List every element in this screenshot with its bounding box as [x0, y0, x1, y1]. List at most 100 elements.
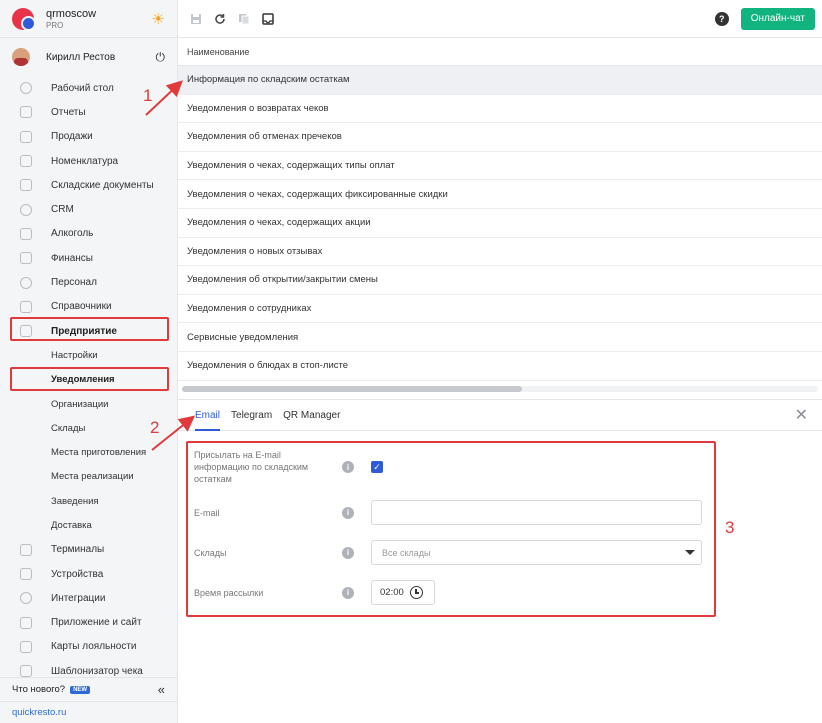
table-row[interactable]: Уведомления о новых отзывах	[178, 238, 822, 267]
power-icon[interactable]: ⏻	[156, 50, 166, 65]
sidebar-subitem-sale-places[interactable]: Места реализации	[0, 465, 177, 489]
table-row[interactable]: Уведомления об открытии/закрытии смены	[178, 266, 822, 295]
table-row[interactable]: Уведомления о сотрудниках	[178, 295, 822, 324]
app-icon	[20, 616, 32, 629]
sidebar-item-crm[interactable]: CRM	[0, 197, 177, 221]
help-icon[interactable]: ?	[714, 11, 729, 26]
card-icon	[20, 640, 32, 653]
sidebar-item-sales[interactable]: Продажи	[0, 125, 177, 149]
cart-icon	[20, 130, 32, 143]
send-email-checkbox[interactable]: ✓	[371, 461, 383, 473]
sidebar-item-finance[interactable]: Финансы	[0, 246, 177, 270]
box-icon	[20, 179, 32, 192]
tab-qr-manager[interactable]: QR Manager	[283, 400, 340, 430]
notifications-table: Наименование Информация по складским ост…	[178, 38, 822, 381]
sidebar-item-app-site[interactable]: Приложение и сайт	[0, 611, 177, 635]
brand-header[interactable]: qrmoscow PRO ☀	[0, 0, 177, 38]
table-row[interactable]: Уведомления о возвратах чеков	[178, 95, 822, 124]
table-row[interactable]: Уведомления о блюдах в стоп-листе	[178, 352, 822, 381]
copy-icon[interactable]	[238, 13, 250, 25]
brand-plan: PRO	[46, 20, 64, 30]
brand-logo	[12, 7, 36, 31]
warehouses-label: Склады	[194, 547, 227, 558]
chevron-down-icon	[685, 550, 695, 555]
tab-telegram[interactable]: Telegram	[231, 400, 272, 430]
annotation-number-1: 1	[143, 86, 153, 105]
table-row[interactable]: Уведомления о чеках, содержащих акции	[178, 209, 822, 238]
info-icon[interactable]: i	[342, 506, 354, 519]
tab-email[interactable]: Email	[195, 400, 221, 431]
horizontal-scrollbar[interactable]	[182, 386, 818, 392]
sidebar-subitem-notifications[interactable]: Уведомления	[0, 368, 177, 392]
book-icon	[20, 300, 32, 313]
form-row-time: Время рассылки i 02:00	[194, 580, 435, 605]
refresh-icon[interactable]	[214, 13, 226, 25]
sidebar-item-nomenclature[interactable]: Номенклатура	[0, 149, 177, 173]
sidebar-subitem-venues[interactable]: Заведения	[0, 489, 177, 513]
whats-new-link[interactable]: Что нового? NEW «	[0, 677, 177, 701]
annotation-number-2: 2	[150, 418, 160, 437]
column-header-name[interactable]: Наименование	[178, 38, 822, 66]
app-window: qrmoscow PRO ☀ Кирилл Рестов ⏻ Рабочий с…	[0, 0, 822, 723]
annotation-number-3: 3	[725, 518, 735, 537]
sidebar-item-staff[interactable]: Персонал	[0, 270, 177, 294]
sidebar-item-warehouse-docs[interactable]: Складские документы	[0, 173, 177, 197]
wallet-icon	[20, 252, 32, 265]
email-label: E-mail	[194, 507, 220, 518]
whats-new-label: Что нового?	[12, 684, 66, 695]
sidebar-item-integrations[interactable]: Интеграции	[0, 586, 177, 610]
sidebar-subitem-cooking-places[interactable]: Места приготовления	[0, 440, 177, 464]
printer-icon	[20, 568, 32, 581]
sidebar-item-devices[interactable]: Устройства	[0, 562, 177, 586]
sidebar-item-alcohol[interactable]: Алкоголь	[0, 222, 177, 246]
glass-icon	[20, 227, 32, 240]
send-time-value: 02:00	[380, 587, 404, 598]
site-link[interactable]: quickresto.ru	[0, 701, 177, 723]
save-icon[interactable]	[190, 13, 202, 25]
sidebar-item-terminals[interactable]: Терминалы	[0, 538, 177, 562]
user-row: Кирилл Рестов ⏻	[0, 38, 177, 76]
collapse-sidebar-icon[interactable]: «	[158, 682, 165, 697]
warehouses-placeholder: Все склады	[382, 547, 431, 558]
table-row[interactable]: Сервисные уведомления	[178, 323, 822, 352]
detail-tabs: Email Telegram QR Manager ✕	[178, 399, 822, 431]
email-field[interactable]	[371, 500, 702, 525]
sidebar-subitem-settings[interactable]: Настройки	[0, 343, 177, 367]
table-row[interactable]: Уведомления об отменах пречеков	[178, 123, 822, 152]
staff-icon	[20, 276, 32, 289]
sidebar-subitem-organizations[interactable]: Организации	[0, 392, 177, 416]
terminal-icon	[20, 543, 32, 556]
sidebar-item-enterprise[interactable]: Предприятие	[0, 319, 177, 343]
sidebar-subitem-delivery[interactable]: Доставка	[0, 513, 177, 537]
form-row-send: Присылать на E-mail информацию по складс…	[194, 449, 383, 485]
info-icon[interactable]: i	[342, 461, 354, 473]
sidebar-item-references[interactable]: Справочники	[0, 295, 177, 319]
form-row-email: E-mail i	[194, 500, 702, 525]
dashboard-icon	[20, 82, 32, 95]
table-row[interactable]: Информация по складским остаткам	[178, 66, 822, 95]
send-time-input[interactable]: 02:00	[371, 580, 435, 605]
new-badge: NEW	[70, 685, 91, 694]
online-chat-button[interactable]: Онлайн-чат	[740, 7, 815, 30]
inbox-icon[interactable]	[262, 12, 274, 25]
info-icon[interactable]: i	[342, 546, 354, 559]
toolbar: ? Онлайн-чат	[178, 0, 822, 38]
sun-icon[interactable]: ☀	[152, 10, 165, 28]
clock-icon[interactable]	[409, 586, 423, 599]
scrollbar-thumb[interactable]	[182, 386, 522, 392]
info-icon[interactable]: i	[342, 586, 354, 599]
table-row[interactable]: Уведомления о чеках, содержащих типы опл…	[178, 152, 822, 181]
tag-icon	[20, 155, 32, 168]
table-row[interactable]: Уведомления о чеках, содержащих фиксиров…	[178, 180, 822, 209]
store-icon	[20, 325, 32, 338]
sidebar-footer: Что нового? NEW « quickresto.ru	[0, 677, 177, 723]
form-row-warehouses: Склады i Все склады	[194, 540, 702, 565]
warehouses-select[interactable]: Все склады	[371, 540, 702, 565]
send-email-label: Присылать на E-mail информацию по складс…	[194, 450, 309, 484]
people-icon	[20, 203, 32, 216]
sidebar-item-loyalty-cards[interactable]: Карты лояльности	[0, 635, 177, 659]
avatar	[12, 48, 30, 66]
sidebar: qrmoscow PRO ☀ Кирилл Рестов ⏻ Рабочий с…	[0, 0, 178, 723]
close-icon[interactable]: ✕	[795, 408, 808, 424]
send-time-label: Время рассылки	[194, 587, 264, 598]
